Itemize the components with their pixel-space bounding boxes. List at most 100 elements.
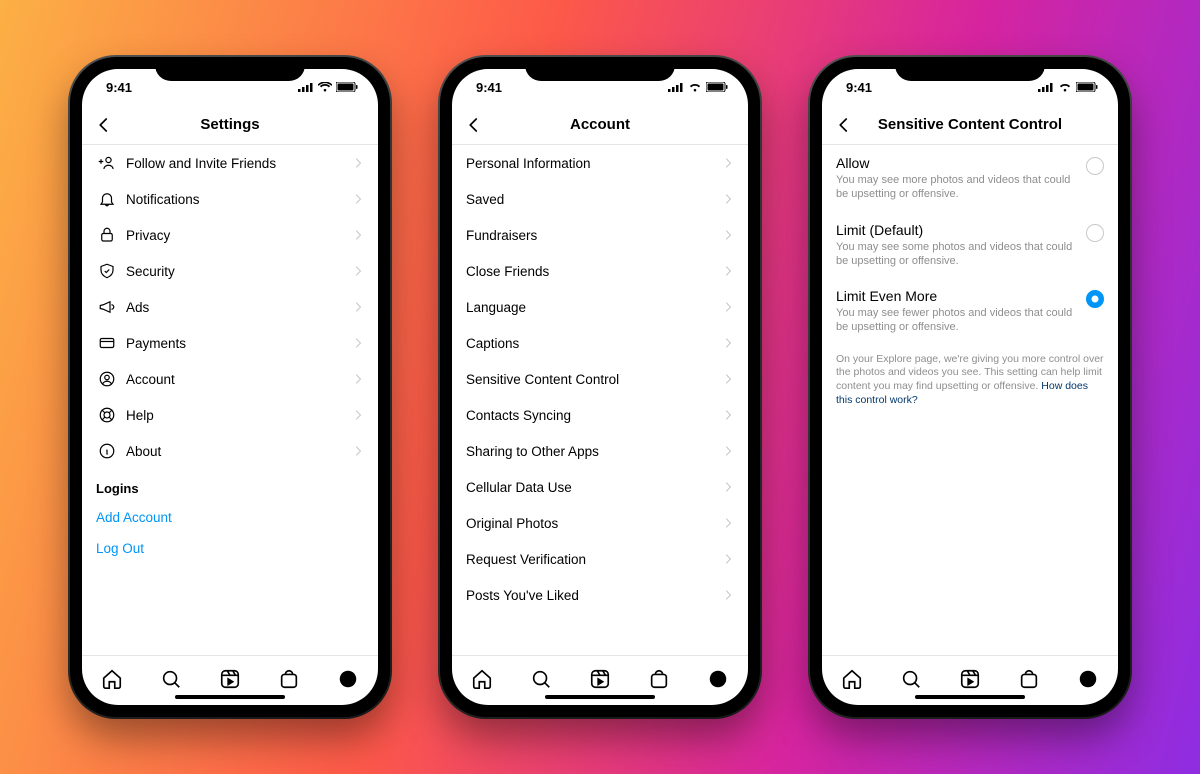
row-label: Saved (466, 192, 504, 207)
account-row-sharing-to-other-apps[interactable]: Sharing to Other Apps (452, 433, 748, 469)
home-icon (841, 668, 863, 690)
row-label: Original Photos (466, 516, 558, 531)
card-icon (96, 334, 118, 352)
account-row-fundraisers[interactable]: Fundraisers (452, 217, 748, 253)
log-out-link[interactable]: Log Out (82, 533, 378, 564)
tab-shop[interactable] (277, 667, 301, 691)
shield-icon (96, 262, 118, 280)
status-time: 9:41 (106, 80, 132, 95)
settings-list: Follow and Invite Friends Notifications Pr… (82, 145, 378, 655)
chevron-right-icon (352, 337, 364, 349)
bell-icon (96, 190, 118, 208)
chevron-right-icon (722, 265, 734, 277)
status-time: 9:41 (476, 80, 502, 95)
account-row-cellular-data-use[interactable]: Cellular Data Use (452, 469, 748, 505)
tab-reels[interactable] (958, 667, 982, 691)
chevron-right-icon (722, 157, 734, 169)
option-limit-even-more[interactable]: Limit Even More You may see fewer photos … (822, 278, 1118, 345)
tab-shop[interactable] (1017, 667, 1041, 691)
tab-search[interactable] (899, 667, 923, 691)
chevron-right-icon (352, 301, 364, 313)
chevron-left-icon (835, 116, 853, 134)
chevron-right-icon (722, 481, 734, 493)
account-row-saved[interactable]: Saved (452, 181, 748, 217)
radio-button[interactable] (1086, 290, 1104, 308)
tab-reels[interactable] (218, 667, 242, 691)
option-title: Limit Even More (836, 288, 1076, 304)
settings-row-security[interactable]: Security (82, 253, 378, 289)
tab-search[interactable] (159, 667, 183, 691)
row-label: About (126, 444, 161, 459)
account-row-contacts-syncing[interactable]: Contacts Syncing (452, 397, 748, 433)
status-indicators (668, 82, 728, 92)
notch (525, 57, 675, 81)
home-indicator (175, 695, 285, 699)
add-account-link[interactable]: Add Account (82, 502, 378, 533)
sensitive-content-options: AllowYou may see more photos and videos … (822, 145, 1118, 655)
tab-profile[interactable] (336, 667, 360, 691)
row-label: Sensitive Content Control (466, 372, 619, 387)
lifebuoy-icon (96, 406, 118, 424)
status-time: 9:41 (846, 80, 872, 95)
account-row-sensitive-content-control[interactable]: Sensitive Content Control (452, 361, 748, 397)
radio-button[interactable] (1086, 224, 1104, 242)
tab-profile[interactable] (1076, 667, 1100, 691)
status-indicators (298, 82, 358, 92)
settings-row-privacy[interactable]: Privacy (82, 217, 378, 253)
back-button[interactable] (832, 113, 856, 137)
chevron-right-icon (722, 301, 734, 313)
account-row-captions[interactable]: Captions (452, 325, 748, 361)
account-row-posts-you-ve-liked[interactable]: Posts You've Liked (452, 577, 748, 613)
chevron-right-icon (722, 409, 734, 421)
account-row-personal-information[interactable]: Personal Information (452, 145, 748, 181)
row-label: Account (126, 372, 175, 387)
back-button[interactable] (92, 113, 116, 137)
account-row-language[interactable]: Language (452, 289, 748, 325)
page-title: Sensitive Content Control (878, 116, 1062, 133)
account-row-original-photos[interactable]: Original Photos (452, 505, 748, 541)
tab-reels[interactable] (588, 667, 612, 691)
chevron-right-icon (722, 337, 734, 349)
back-button[interactable] (462, 113, 486, 137)
account-row-request-verification[interactable]: Request Verification (452, 541, 748, 577)
row-label: Personal Information (466, 156, 591, 171)
settings-row-follow-and-invite-friends[interactable]: Follow and Invite Friends (82, 145, 378, 181)
settings-row-account[interactable]: Account (82, 361, 378, 397)
profile-icon (1077, 668, 1099, 690)
option-allow[interactable]: AllowYou may see more photos and videos … (822, 145, 1118, 212)
option-limit-default-[interactable]: Limit (Default)You may see some photos a… (822, 212, 1118, 279)
settings-row-payments[interactable]: Payments (82, 325, 378, 361)
phone-settings: 9:41 Settings Follow and Invite FriendsN… (70, 57, 390, 717)
radio-button[interactable] (1086, 157, 1104, 175)
settings-row-help[interactable]: Help (82, 397, 378, 433)
battery-icon (1076, 82, 1098, 92)
chevron-right-icon (352, 265, 364, 277)
tab-shop[interactable] (647, 667, 671, 691)
chevron-right-icon (352, 157, 364, 169)
option-desc: You may see more photos and videos that … (836, 173, 1076, 202)
header: Sensitive Content Control (822, 105, 1118, 145)
settings-row-notifications[interactable]: Notifications (82, 181, 378, 217)
row-label: Notifications (126, 192, 200, 207)
phone-sensitive-content: 9:41 Sensitive Content Control AllowYou … (810, 57, 1130, 717)
signal-icon (1038, 82, 1054, 92)
row-label: Payments (126, 336, 186, 351)
settings-row-ads[interactable]: Ads (82, 289, 378, 325)
header: Account (452, 105, 748, 145)
search-icon (160, 668, 182, 690)
chevron-right-icon (722, 445, 734, 457)
wifi-icon (688, 82, 702, 92)
chevron-right-icon (352, 229, 364, 241)
option-desc: You may see fewer photos and videos that… (836, 306, 1076, 335)
settings-row-about[interactable]: About (82, 433, 378, 469)
tab-search[interactable] (529, 667, 553, 691)
tab-home[interactable] (100, 667, 124, 691)
tab-home[interactable] (470, 667, 494, 691)
tab-home[interactable] (840, 667, 864, 691)
account-row-close-friends[interactable]: Close Friends (452, 253, 748, 289)
row-label: Contacts Syncing (466, 408, 571, 423)
chevron-right-icon (722, 553, 734, 565)
battery-icon (706, 82, 728, 92)
tab-profile[interactable] (706, 667, 730, 691)
chevron-right-icon (722, 193, 734, 205)
